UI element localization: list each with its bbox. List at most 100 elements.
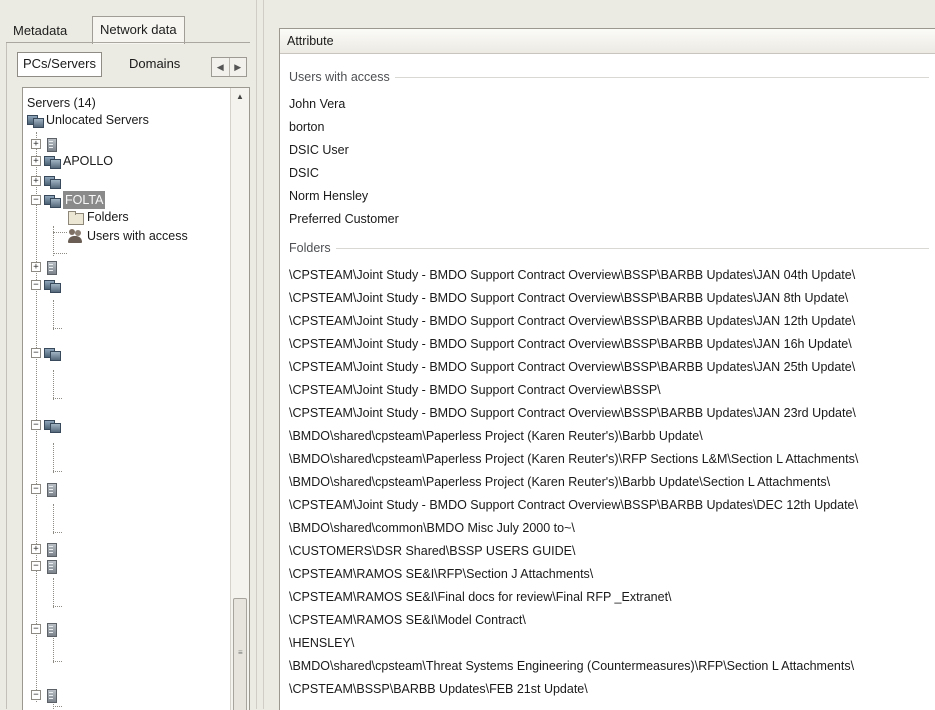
tree-vertical-scrollbar[interactable]: ▲ ≡ [230,88,249,710]
computer-icon [44,346,61,361]
tree-item-unlocated-servers[interactable]: Unlocated Servers [27,111,149,129]
list-item-folder[interactable]: \CPSTEAM\Joint Study - BMDO Support Cont… [289,380,661,401]
tree-item-folta[interactable]: − FOLTA [31,191,106,209]
attribute-column-header[interactable]: Attribute [280,29,935,54]
users-icon [68,229,83,243]
list-item-folder[interactable]: \CPSTEAM\Joint Study - BMDO Support Cont… [289,495,858,516]
tree-item-server[interactable]: − [31,480,63,498]
list-item-user[interactable]: DSIC [289,163,319,184]
scrollbar-thumb[interactable]: ≡ [233,598,247,710]
list-item-folder[interactable]: \CPSTEAM\RAMOS SE&I\Model Contract\ [289,610,526,631]
expand-plus-icon[interactable]: + [31,139,41,149]
expand-plus-icon[interactable]: + [31,176,41,186]
server-icon [44,260,59,275]
collapse-minus-icon[interactable]: − [31,280,41,290]
scroll-up-arrow-icon[interactable]: ▲ [231,88,249,106]
tree-item-computer[interactable]: − [31,344,63,362]
list-item-folder[interactable]: \BMDO\shared\cpsteam\Paperless Project (… [289,449,858,470]
list-item-folder[interactable]: \CUSTOMERS\DSR Shared\BSSP USERS GUIDE\ [289,541,575,562]
tree-connector [53,232,67,233]
list-item-folder[interactable]: \CPSTEAM\Joint Study - BMDO Support Cont… [289,265,855,286]
collapse-minus-icon[interactable]: − [31,484,41,494]
tab-network-data[interactable]: Network data [92,16,185,44]
list-item-user[interactable]: DSIC User [289,140,349,161]
list-item-user[interactable]: Norm Hensley [289,186,368,207]
collapse-minus-icon[interactable]: − [31,624,41,634]
tree-item-server[interactable]: − [31,686,63,704]
list-item-folder[interactable]: \CPSTEAM\RAMOS SE&I\RFP\Section J Attach… [289,564,593,585]
list-item-folder[interactable]: \BMDO\shared\common\BMDO Misc July 2000 … [289,518,575,539]
group-header-label: Users with access [289,70,395,84]
tree-item-server[interactable]: − [31,557,63,575]
server-icon [44,688,59,703]
list-item-user[interactable]: John Vera [289,94,345,115]
list-item-folder[interactable]: \BMDO\shared\cpsteam\Paperless Project (… [289,426,703,447]
list-item-user[interactable]: Preferred Customer [289,209,399,230]
computer-icon [44,193,61,208]
attribute-header-label: Attribute [287,34,334,48]
collapse-minus-icon[interactable]: − [31,420,41,430]
panel-splitter[interactable] [256,0,264,709]
group-header-label: Folders [289,241,336,255]
tree-item-computer[interactable]: − [31,416,63,434]
tree-item-users-with-access[interactable]: Users with access [68,227,188,245]
computer-icon [44,278,61,293]
list-item-folder[interactable]: \CPSTEAM\Joint Study - BMDO Support Cont… [289,357,855,378]
group-header-folders[interactable]: Folders [289,239,929,257]
list-item-folder[interactable]: \HENSLEY\ [289,633,354,654]
tree-item-server[interactable]: − [31,620,63,638]
subtab-domains[interactable]: Domains [125,53,184,75]
tree-root-servers[interactable]: Servers (14) [27,94,96,112]
top-tab-strip: Metadata Network data [6,8,250,44]
computer-icon [44,418,61,433]
tab-metadata[interactable]: Metadata [8,21,72,41]
server-tree[interactable]: Servers (14) Unlocated Servers + + APOLL… [22,87,250,710]
list-item-folder[interactable]: \BMDO\shared\cpsteam\Paperless Project (… [289,472,830,493]
server-icon [44,559,59,574]
tab-scroll-left-icon[interactable]: ◀ [212,58,229,76]
tree-item-apollo[interactable]: + APOLLO [31,152,113,170]
tree-connector [53,443,54,473]
tree-item-server[interactable]: + [31,540,63,558]
list-item-folder[interactable]: \CPSTEAM\Joint Study - BMDO Support Cont… [289,403,856,424]
tab-scroll-right-icon[interactable]: ▶ [228,58,247,76]
collapse-minus-icon[interactable]: − [31,561,41,571]
computer-icon [44,174,61,189]
tree-item-label: Unlocated Servers [46,113,149,127]
collapse-minus-icon[interactable]: − [31,348,41,358]
server-group-icon [27,113,44,128]
list-item-user[interactable]: borton [289,117,324,138]
tree-connector [53,532,62,533]
tree-item-server[interactable]: + [31,135,63,153]
tree-connector [53,328,62,329]
list-item-folder[interactable]: \CPSTEAM\Joint Study - BMDO Support Cont… [289,311,855,332]
expand-plus-icon[interactable]: + [31,544,41,554]
tree-connector [53,661,62,662]
scrollbar-grip-icon: ≡ [238,648,243,657]
left-navigation-panel: Metadata Network data PCs/Servers Domain… [6,8,250,710]
server-icon [44,137,59,152]
tree-connector [53,370,54,400]
expand-plus-icon[interactable]: + [31,262,41,272]
tree-root-label: Servers (14) [27,96,96,110]
tree-connector [53,606,62,607]
list-item-folder[interactable]: \CPSTEAM\BSSP\BARBB Updates\FEB 21st Upd… [289,679,588,700]
tab-scroll-buttons: ◀ ▶ [211,57,247,77]
tree-item-folders[interactable]: Folders [68,208,129,226]
tree-connector [53,300,54,330]
tree-item-server[interactable]: + [31,258,63,276]
list-item-folder[interactable]: \CPSTEAM\RAMOS SE&I\Final docs for revie… [289,587,672,608]
collapse-minus-icon[interactable]: − [31,195,41,205]
list-item-folder[interactable]: \BMDO\shared\cpsteam\Threat Systems Engi… [289,656,854,677]
subtab-pcs-servers[interactable]: PCs/Servers [17,52,102,77]
group-header-users-with-access[interactable]: Users with access [289,68,929,86]
tree-item-computer[interactable]: − [31,276,63,294]
tree-connector [53,253,67,254]
expand-plus-icon[interactable]: + [31,156,41,166]
folder-icon [68,210,84,225]
tree-item-label: Users with access [87,229,188,243]
collapse-minus-icon[interactable]: − [31,690,41,700]
list-item-folder[interactable]: \CPSTEAM\Joint Study - BMDO Support Cont… [289,334,852,355]
list-item-folder[interactable]: \CPSTEAM\Joint Study - BMDO Support Cont… [289,288,848,309]
tree-item-computer[interactable]: + [31,172,63,190]
